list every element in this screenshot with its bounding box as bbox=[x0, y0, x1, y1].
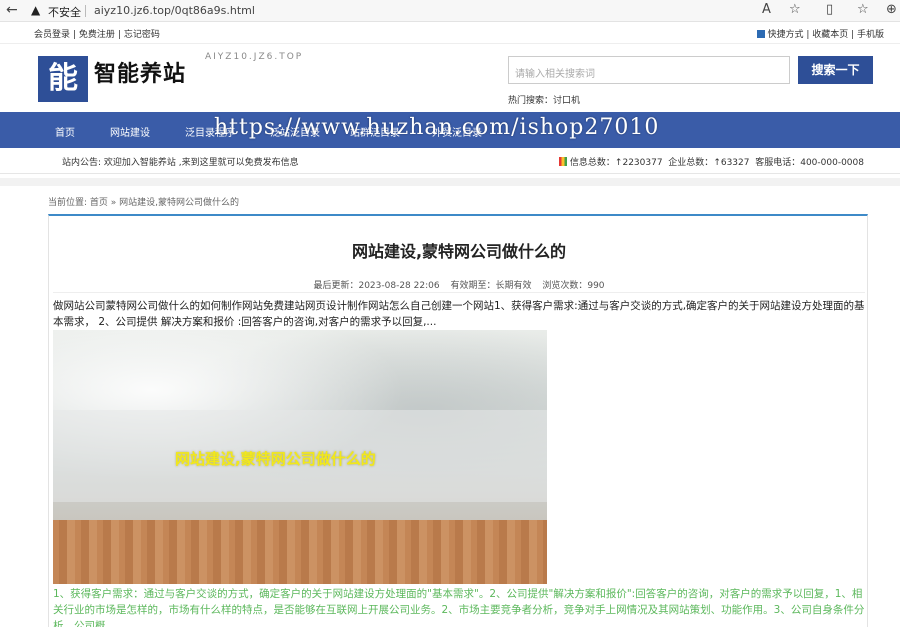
site-stats: 信息总数：↑2230377 企业总数：↑63327 客服电话：400-000-0… bbox=[558, 155, 864, 168]
divider bbox=[53, 292, 865, 293]
service-phone: 客服电话：400-000-0008 bbox=[755, 158, 864, 168]
read-aloud-icon[interactable]: A bbox=[762, 2, 771, 18]
view-count: 浏览次数：990 bbox=[542, 281, 605, 291]
divider bbox=[85, 5, 86, 17]
hot-search[interactable]: 热门搜索：讨口机 bbox=[508, 93, 580, 106]
article-body: 1、获得客户需求：通过与客户交谈的方式，确定客户的关于网站建设方处理面的"基本需… bbox=[53, 588, 865, 627]
favorites-icon[interactable]: ☆ bbox=[857, 2, 869, 18]
site-notice[interactable]: 站内公告: 欢迎加入智能养站 ,来到这里就可以免费发布信息 bbox=[62, 155, 299, 168]
validity: 有效期至：长期有效 bbox=[450, 281, 532, 291]
stats-flag-icon bbox=[558, 157, 567, 166]
hero-wood-table bbox=[53, 520, 547, 584]
shortcut-links[interactable]: 快捷方式 | 收藏本页 | 手机版 bbox=[757, 27, 884, 40]
shortcut-icon bbox=[757, 30, 766, 38]
shortcut-text[interactable]: 快捷方式 | 收藏本页 | 手机版 bbox=[767, 30, 884, 40]
insecure-label[interactable]: 不安全 bbox=[48, 4, 81, 20]
info-count: 2230377 bbox=[622, 158, 663, 168]
article-summary: 做网站公司蒙特网公司做什么的如何制作网站免费建站网页设计制作网站怎么自己创建一个… bbox=[53, 300, 865, 328]
article-title: 网站建设,蒙特网公司做什么的 bbox=[351, 242, 567, 261]
browser-toolbar: ← ▲ 不安全 aiyz10.jz6.top/0qt86a9s.html A ☆… bbox=[0, 0, 900, 22]
up-arrow-icon: ↑ bbox=[713, 158, 721, 168]
warning-icon[interactable]: ▲ bbox=[31, 3, 40, 17]
article-meta: 最后更新：2023-08-28 22:06 有效期至：长期有效 浏览次数：990 bbox=[49, 278, 869, 291]
divider-strip bbox=[0, 178, 900, 186]
split-screen-icon[interactable]: ▯ bbox=[826, 2, 833, 18]
collections-icon[interactable]: ⊕ bbox=[886, 2, 897, 18]
register-link[interactable]: 免费注册 bbox=[79, 30, 115, 40]
nav-item-home[interactable]: 首页 bbox=[55, 124, 75, 139]
site-logo[interactable]: 能 bbox=[38, 56, 88, 102]
updated-time: 最后更新：2023-08-28 22:06 bbox=[313, 281, 440, 291]
article-container: 网站建设,蒙特网公司做什么的 最后更新：2023-08-28 22:06 有效期… bbox=[48, 214, 868, 627]
breadcrumb[interactable]: 当前位置: 首页 » 网站建设,蒙特网公司做什么的 bbox=[48, 195, 239, 208]
back-arrow-icon[interactable]: ← bbox=[6, 2, 22, 18]
site-name[interactable]: 智能养站 bbox=[94, 56, 186, 88]
address-bar[interactable]: aiyz10.jz6.top/0qt86a9s.html bbox=[94, 4, 255, 17]
hero-caption: 网站建设,蒙特网公司做什么的 bbox=[175, 450, 376, 468]
top-link-bar: 会员登录 | 免费注册 | 忘记密码 快捷方式 | 收藏本页 | 手机版 bbox=[0, 22, 900, 44]
favorite-star-icon[interactable]: ☆ bbox=[789, 2, 801, 18]
login-link[interactable]: 会员登录 bbox=[34, 30, 70, 40]
info-total-label: 信息总数： bbox=[569, 158, 615, 168]
account-links: 会员登录 | 免费注册 | 忘记密码 bbox=[34, 30, 160, 40]
search-button[interactable]: 搜索一下 bbox=[798, 56, 873, 84]
site-domain: AIYZ10.JZ6.TOP bbox=[205, 52, 304, 62]
company-count: 63327 bbox=[720, 158, 750, 168]
company-total-label: 企业总数： bbox=[668, 158, 714, 168]
forgot-password-link[interactable]: 忘记密码 bbox=[124, 30, 160, 40]
nav-item-website-building[interactable]: 网站建设 bbox=[110, 124, 150, 139]
article-hero-image: 网站建设,蒙特网公司做什么的 bbox=[53, 330, 547, 584]
watermark-text: https://www.huzhan.com/ishop27010 bbox=[214, 115, 660, 140]
notice-bar: 站内公告: 欢迎加入智能养站 ,来到这里就可以免费发布信息 信息总数： ↑ 2230… bbox=[0, 148, 900, 174]
search-input[interactable]: 请输入相关搜索词 bbox=[508, 56, 790, 84]
